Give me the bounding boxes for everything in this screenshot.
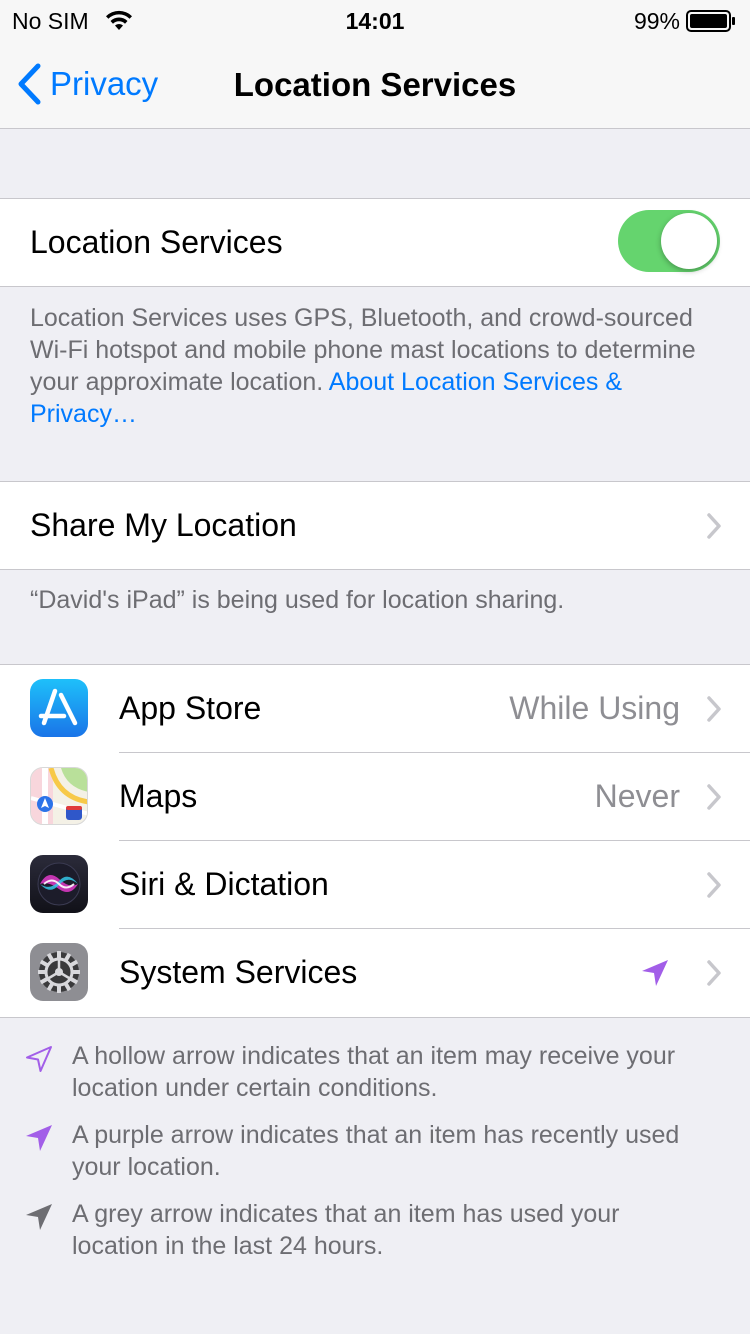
permission-value: While Using xyxy=(509,690,680,726)
share-my-location-cell[interactable]: Share My Location xyxy=(0,482,750,569)
permission-value: Never xyxy=(594,778,680,814)
share-location-group: Share My Location xyxy=(0,481,750,570)
battery-icon xyxy=(686,10,735,32)
maps-row[interactable]: Maps Never xyxy=(0,753,750,841)
status-bar: No SIM 14:01 99% xyxy=(0,0,750,40)
location-services-cell: Location Services xyxy=(0,199,750,286)
legend-text: A grey arrow indicates that an item has … xyxy=(72,1200,620,1260)
location-description: Location Services uses GPS, Bluetooth, a… xyxy=(30,302,720,430)
legend-text: A purple arrow indicates that an item ha… xyxy=(72,1121,680,1181)
chevron-right-icon xyxy=(707,513,721,539)
app-name: System Services xyxy=(119,954,358,990)
navigation-bar: Privacy Location Services xyxy=(0,40,750,129)
page-title: Location Services xyxy=(233,66,517,103)
chevron-right-icon xyxy=(707,960,721,986)
maps-icon xyxy=(30,767,88,825)
system-services-row[interactable]: System Services xyxy=(0,929,750,1017)
app-name: App Store xyxy=(119,690,262,726)
settings-gear-icon xyxy=(30,943,88,1001)
purple-arrow-icon xyxy=(642,960,668,986)
purple-arrow-icon xyxy=(26,1125,52,1151)
location-services-group: Location Services xyxy=(0,198,750,287)
siri-dictation-row[interactable]: Siri & Dictation xyxy=(0,841,750,929)
chevron-right-icon xyxy=(707,872,721,898)
hollow-arrow-icon xyxy=(26,1046,52,1072)
siri-icon xyxy=(30,855,88,913)
app-store-row[interactable]: App Store While Using xyxy=(0,665,750,753)
app-name: Siri & Dictation xyxy=(119,866,329,902)
legend-text: A hollow arrow indicates that an item ma… xyxy=(72,1042,676,1102)
chevron-right-icon xyxy=(707,696,721,722)
apps-group: App Store While Using Maps Never Siri & … xyxy=(0,664,750,1018)
share-location-footer: “David's iPad” is being used for locatio… xyxy=(30,586,565,614)
chevron-right-icon xyxy=(707,784,721,810)
app-store-icon xyxy=(30,679,88,737)
grey-arrow-icon xyxy=(26,1204,52,1230)
battery-percent: 99% xyxy=(633,8,680,34)
share-my-location-label: Share My Location xyxy=(30,507,297,543)
location-services-label: Location Services xyxy=(30,224,283,260)
location-services-toggle[interactable] xyxy=(618,210,720,272)
app-name: Maps xyxy=(119,778,198,814)
toggle-knob xyxy=(661,213,717,269)
